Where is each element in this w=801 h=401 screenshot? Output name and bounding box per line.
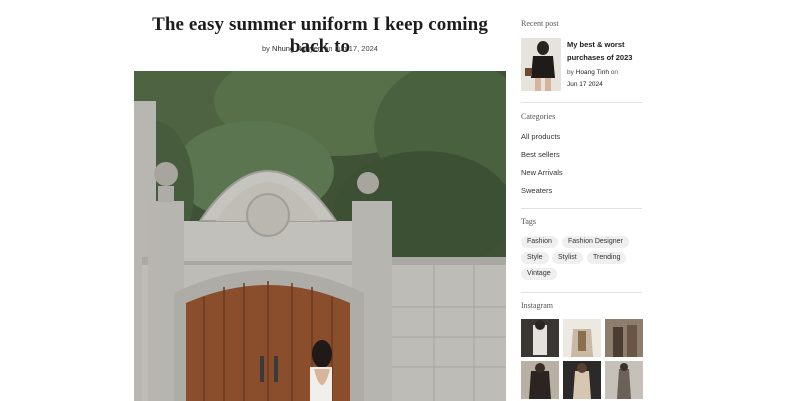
hero-image (134, 71, 506, 401)
instagram-photo[interactable] (521, 319, 559, 357)
category-link-sweaters[interactable]: Sweaters (521, 186, 552, 195)
tag-trending[interactable]: Trending (587, 252, 627, 264)
recent-post-heading: Recent post (521, 19, 559, 28)
instagram-photo[interactable] (563, 319, 601, 357)
sidebar-divider (521, 102, 642, 103)
post-meta: by Nhung Nguyen on Jun 17, 2024 (134, 44, 506, 53)
recent-post-on-word: on (610, 69, 618, 76)
recent-post-author-link[interactable]: Hoang Tinh (576, 69, 609, 76)
instagram-heading: Instagram (521, 301, 553, 310)
recent-post-thumbnail[interactable] (521, 38, 561, 91)
recent-post-by-prefix: by (567, 69, 574, 76)
category-link-all-products[interactable]: All products (521, 132, 560, 141)
sidebar-divider (521, 292, 642, 293)
post-on-word: on (324, 44, 333, 53)
categories-heading: Categories (521, 112, 556, 121)
post-author-link[interactable]: Nhung Nguyen (272, 44, 322, 53)
instagram-photo[interactable] (563, 361, 601, 399)
instagram-photo[interactable] (605, 319, 643, 357)
instagram-photo[interactable] (605, 361, 643, 399)
recent-post-date: Jun 17 2024 (567, 81, 603, 88)
tag-fashion-designer[interactable]: Fashion Designer (562, 236, 629, 248)
instagram-photo[interactable] (521, 361, 559, 399)
tag-style[interactable]: Style (521, 252, 549, 264)
post-date: Jun 17, 2024 (334, 44, 378, 53)
category-link-best-sellers[interactable]: Best sellers (521, 150, 560, 159)
recent-post-title-link[interactable]: My best & worst purchases of 2023 (567, 38, 642, 64)
tag-fashion[interactable]: Fashion (521, 236, 558, 248)
tags-heading: Tags (521, 217, 536, 226)
sidebar-divider (521, 208, 642, 209)
tag-stylist[interactable]: Stylist (552, 252, 583, 264)
post-by-prefix: by (262, 44, 270, 53)
tag-vintage[interactable]: Vintage (521, 268, 557, 280)
category-link-new-arrivals[interactable]: New Arrivals (521, 168, 563, 177)
recent-post-meta: by Hoang Tinh on Jun 17 2024 (567, 67, 647, 91)
